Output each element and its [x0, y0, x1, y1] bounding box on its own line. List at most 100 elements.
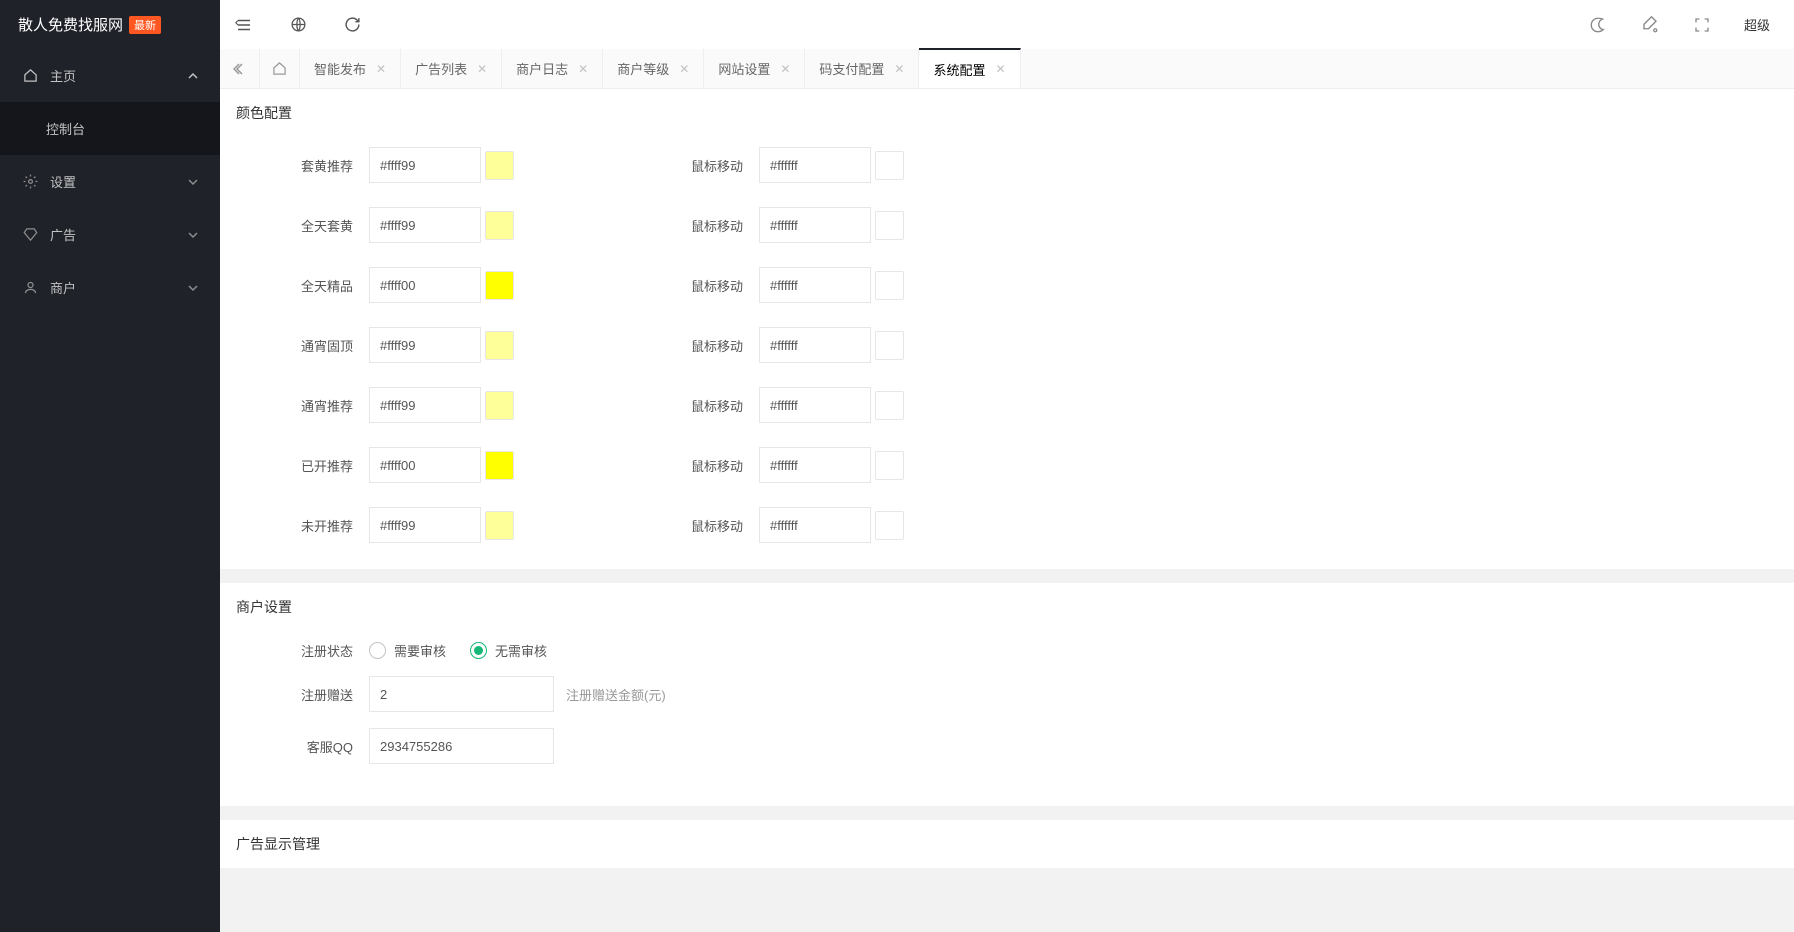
color-left-label: 全天套黄 — [236, 216, 369, 235]
radio-label: 需要审核 — [394, 641, 446, 660]
color-left-input[interactable] — [369, 267, 481, 303]
note-icon[interactable] — [1640, 15, 1660, 35]
close-icon[interactable]: ✕ — [376, 62, 386, 76]
color-left-swatch[interactable] — [485, 511, 514, 540]
color-row: 通宵推荐鼠标移动 — [236, 387, 1778, 423]
color-right-input[interactable] — [759, 267, 871, 303]
content-scroll[interactable]: 颜色配置 套黄推荐鼠标移动全天套黄鼠标移动全天精品鼠标移动通宵固顶鼠标移动通宵推… — [220, 89, 1794, 932]
refresh-icon[interactable] — [342, 15, 362, 35]
chevron-down-icon — [188, 230, 198, 240]
close-icon[interactable]: ✕ — [578, 62, 588, 76]
color-right-label: 鼠标移动 — [679, 216, 759, 235]
tab-pay-config[interactable]: 码支付配置 ✕ — [805, 49, 919, 88]
sidebar-item-home[interactable]: 主页 — [0, 49, 220, 102]
color-left-input[interactable] — [369, 327, 481, 363]
tab-ad-list[interactable]: 广告列表 ✕ — [401, 49, 502, 88]
chevron-down-icon — [188, 283, 198, 293]
color-left-input[interactable] — [369, 387, 481, 423]
sidebar-item-settings[interactable]: 设置 — [0, 155, 220, 208]
radio-need-review[interactable]: 需要审核 — [369, 641, 446, 660]
color-left-input[interactable] — [369, 507, 481, 543]
globe-icon[interactable] — [288, 15, 308, 35]
fullscreen-icon[interactable] — [1692, 15, 1712, 35]
color-right-label: 鼠标移动 — [679, 156, 759, 175]
close-icon[interactable]: ✕ — [995, 62, 1005, 76]
color-row: 已开推荐鼠标移动 — [236, 447, 1778, 483]
sidebar-item-merchant[interactable]: 商户 — [0, 261, 220, 314]
color-right-swatch[interactable] — [875, 151, 904, 180]
tab-site-settings[interactable]: 网站设置 ✕ — [704, 49, 805, 88]
card-title: 商户设置 — [220, 583, 1794, 631]
theme-icon[interactable] — [1588, 15, 1608, 35]
color-right-swatch[interactable] — [875, 391, 904, 420]
sidebar-item-label: 控制台 — [46, 119, 198, 138]
color-left-input[interactable] — [369, 147, 481, 183]
color-right-swatch[interactable] — [875, 451, 904, 480]
tab-system-config[interactable]: 系统配置 ✕ — [919, 48, 1020, 88]
color-left-swatch[interactable] — [485, 271, 514, 300]
color-right-input[interactable] — [759, 147, 871, 183]
color-right-swatch[interactable] — [875, 271, 904, 300]
color-left-swatch[interactable] — [485, 211, 514, 240]
color-right-input[interactable] — [759, 507, 871, 543]
user-menu[interactable]: 超级 — [1744, 15, 1770, 34]
color-left-label: 全天精品 — [236, 276, 369, 295]
radio-icon — [369, 642, 386, 659]
sidebar-item-label: 设置 — [50, 172, 188, 191]
reg-status-label: 注册状态 — [236, 641, 369, 660]
brand-title: 散人免费找服网 — [18, 14, 123, 35]
color-left-swatch[interactable] — [485, 391, 514, 420]
radio-no-review[interactable]: 无需审核 — [470, 641, 547, 660]
color-right-swatch[interactable] — [875, 331, 904, 360]
tab-smart-publish[interactable]: 智能发布 ✕ — [300, 49, 401, 88]
color-row: 全天套黄 鼠标移动 — [236, 207, 1778, 243]
main-area: 超级 智能发布 ✕ 广告列表 ✕ 商户日志 ✕ 商户等级 — [220, 0, 1794, 932]
reg-gift-input[interactable] — [369, 676, 554, 712]
sidebar-item-ads[interactable]: 广告 — [0, 208, 220, 261]
color-left-label: 套黄推荐 — [236, 156, 369, 175]
tab-label: 广告列表 — [415, 59, 467, 78]
tab-label: 商户日志 — [516, 59, 568, 78]
color-right-input[interactable] — [759, 447, 871, 483]
menu-collapse-icon[interactable] — [234, 15, 254, 35]
color-right-swatch[interactable] — [875, 511, 904, 540]
close-icon[interactable]: ✕ — [780, 62, 790, 76]
tab-merchant-level[interactable]: 商户等级 ✕ — [603, 49, 704, 88]
color-right-swatch[interactable] — [875, 211, 904, 240]
gear-icon — [22, 174, 38, 190]
sidebar-item-label: 主页 — [50, 66, 188, 85]
sidebar-item-label: 商户 — [50, 278, 188, 297]
color-right-input[interactable] — [759, 387, 871, 423]
user-icon — [22, 280, 38, 296]
card-title: 广告显示管理 — [220, 820, 1794, 868]
color-left-input[interactable] — [369, 207, 481, 243]
color-right-input[interactable] — [759, 207, 871, 243]
tab-merchant-log[interactable]: 商户日志 ✕ — [502, 49, 603, 88]
close-icon[interactable]: ✕ — [679, 62, 689, 76]
qq-input[interactable] — [369, 728, 554, 764]
topbar: 超级 — [220, 0, 1794, 49]
tab-home[interactable] — [260, 49, 300, 88]
tab-label: 码支付配置 — [819, 59, 884, 78]
color-row: 全天精品鼠标移动 — [236, 267, 1778, 303]
color-left-input[interactable] — [369, 447, 481, 483]
color-left-label: 通宵固顶 — [236, 336, 369, 355]
color-right-label: 鼠标移动 — [679, 396, 759, 415]
chevron-up-icon — [188, 71, 198, 81]
color-right-input[interactable] — [759, 327, 871, 363]
color-left-swatch[interactable] — [485, 331, 514, 360]
brand-badge: 最新 — [129, 16, 161, 34]
close-icon[interactable]: ✕ — [894, 62, 904, 76]
card-title: 颜色配置 — [220, 89, 1794, 137]
reg-gift-label: 注册赠送 — [236, 685, 369, 704]
chevron-down-icon — [188, 177, 198, 187]
tab-scroll-left[interactable] — [220, 49, 260, 88]
color-left-swatch[interactable] — [485, 451, 514, 480]
color-left-swatch[interactable] — [485, 151, 514, 180]
close-icon[interactable]: ✕ — [477, 62, 487, 76]
sidebar-item-console[interactable]: 控制台 — [0, 102, 220, 155]
tab-label: 商户等级 — [617, 59, 669, 78]
diamond-icon — [22, 227, 38, 243]
sidebar: 散人免费找服网 最新 主页 控制台 设置 — [0, 0, 220, 932]
home-icon — [22, 68, 38, 84]
